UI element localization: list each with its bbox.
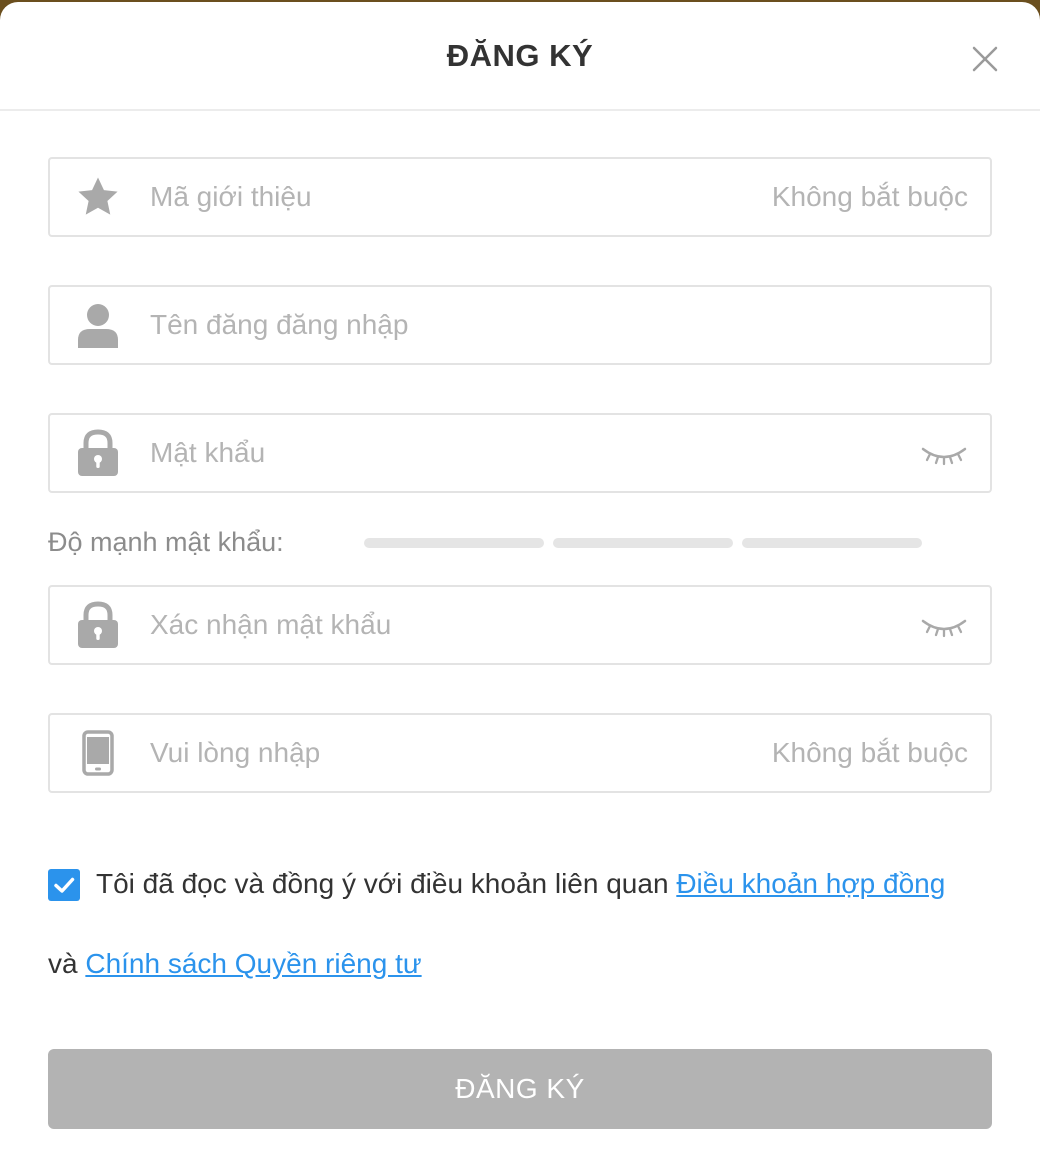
username-input[interactable] — [150, 287, 750, 363]
and-text: và — [48, 948, 86, 979]
close-icon[interactable] — [970, 44, 1000, 74]
confirm-password-field — [48, 585, 992, 665]
checkmark-icon — [54, 877, 75, 893]
password-input[interactable] — [150, 415, 750, 491]
optional-hint: Không bắt buộc — [771, 737, 968, 768]
agreement-row-2: và Chính sách Quyền riêng tư — [48, 948, 422, 980]
password-strength-segment — [364, 538, 544, 548]
referral-code-input[interactable] — [150, 159, 750, 235]
optional-hint: Không bắt buộc — [771, 181, 968, 212]
agreement-row: Tôi đã đọc và đồng ý với điều khoản liên… — [48, 866, 998, 906]
lock-icon — [74, 601, 122, 649]
register-modal: ĐĂNG KÝ Không bắt buộc — [0, 2, 1040, 1176]
agreement-label: Tôi đã đọc và đồng ý với điều khoản liên… — [96, 868, 677, 899]
agreement-text: Tôi đã đọc và đồng ý với điều khoản liên… — [96, 868, 945, 900]
referral-code-field: Không bắt buộc — [48, 157, 992, 237]
register-button[interactable]: ĐĂNG KÝ — [48, 1049, 992, 1129]
eye-closed-icon[interactable] — [920, 441, 968, 467]
username-field — [48, 285, 992, 365]
phone-input[interactable] — [150, 715, 750, 791]
user-icon — [74, 301, 122, 349]
star-icon — [74, 173, 122, 221]
password-strength-segment — [742, 538, 922, 548]
password-strength-label: Độ mạnh mật khẩu: — [48, 527, 284, 557]
phone-icon — [74, 729, 122, 777]
agreement-checkbox[interactable] — [48, 869, 80, 901]
phone-field: Không bắt buộc — [48, 713, 992, 793]
lock-icon — [74, 429, 122, 477]
modal-title: ĐĂNG KÝ — [446, 38, 594, 73]
confirm-password-input[interactable] — [150, 587, 750, 663]
eye-closed-icon[interactable] — [920, 613, 968, 639]
privacy-policy-link[interactable]: Chính sách Quyền riêng tư — [85, 948, 421, 979]
terms-link[interactable]: Điều khoản hợp đồng — [676, 868, 945, 899]
password-strength-segment — [553, 538, 733, 548]
modal-header: ĐĂNG KÝ — [0, 2, 1040, 111]
password-field — [48, 413, 992, 493]
